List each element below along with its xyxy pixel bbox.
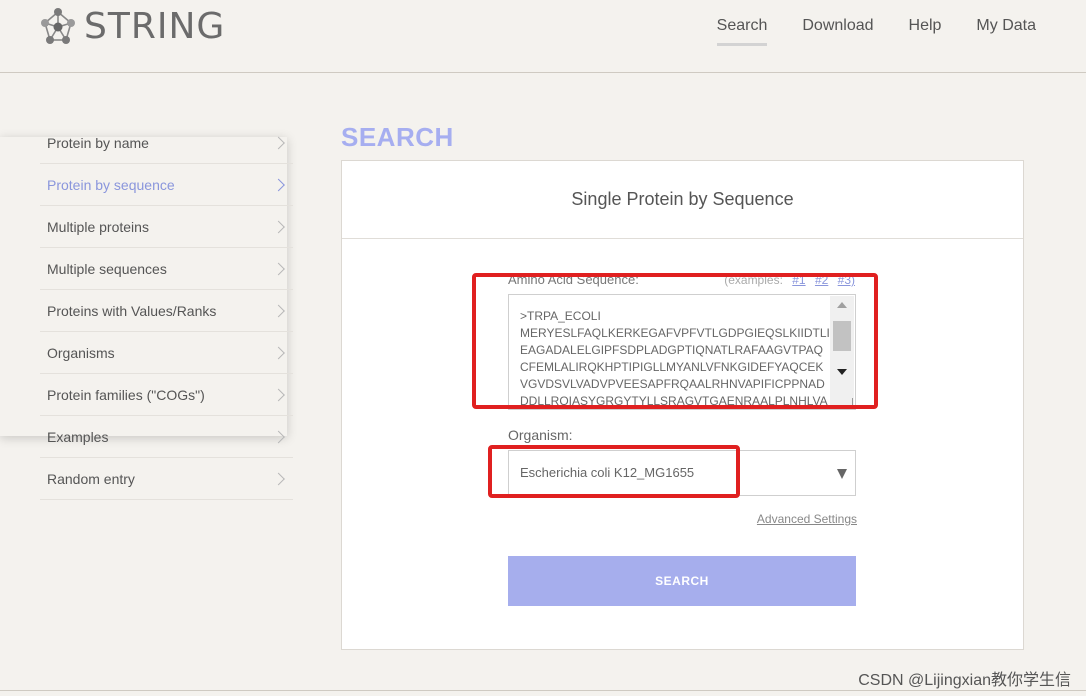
page-title: SEARCH <box>341 122 454 152</box>
search-type-sidebar: Protein by name Protein by sequence Mult… <box>40 122 293 500</box>
sidebar-item-random-entry[interactable]: Random entry <box>40 458 293 500</box>
nav-search[interactable]: Search <box>716 17 768 46</box>
chevron-right-icon <box>272 136 285 149</box>
panel-title: Single Protein by Sequence <box>342 161 1023 239</box>
organism-label: Organism: <box>508 427 573 443</box>
top-header: STRING Search Download Help My Data <box>0 0 1086 73</box>
sidebar-item-organisms[interactable]: Organisms <box>40 332 293 374</box>
sidebar-item-label: Protein by sequence <box>47 176 175 193</box>
nav-help[interactable]: Help <box>909 17 942 46</box>
network-icon <box>41 7 75 44</box>
chevron-right-icon <box>272 220 285 233</box>
highlight-sequence-box <box>472 273 878 409</box>
sidebar-item-label: Examples <box>47 428 109 445</box>
sidebar-item-multiple-proteins[interactable]: Multiple proteins <box>40 206 293 248</box>
sidebar-item-label: Proteins with Values/Ranks <box>47 302 217 319</box>
sidebar-item-protein-by-sequence[interactable]: Protein by sequence <box>40 164 293 206</box>
watermark-text: CSDN @Lijingxian教你学生信 <box>858 672 1071 689</box>
sidebar-item-label: Multiple sequences <box>47 260 167 277</box>
sidebar-item-protein-families[interactable]: Protein families ("COGs") <box>40 374 293 416</box>
sidebar-item-label: Organisms <box>47 344 115 361</box>
caret-down-icon <box>837 469 847 479</box>
sidebar-item-examples[interactable]: Examples <box>40 416 293 458</box>
chevron-right-icon <box>272 178 285 191</box>
chevron-right-icon <box>272 388 285 401</box>
sidebar-item-label: Protein by name <box>47 134 149 151</box>
highlight-organism-box <box>488 445 740 498</box>
main-nav: Search Download Help My Data <box>682 17 1036 46</box>
sidebar-item-protein-by-name[interactable]: Protein by name <box>40 122 293 164</box>
chevron-right-icon <box>272 472 285 485</box>
sidebar-item-label: Protein families ("COGs") <box>47 386 205 403</box>
brand-name: STRING <box>84 6 226 47</box>
chevron-right-icon <box>272 430 285 443</box>
chevron-right-icon <box>272 304 285 317</box>
nav-my-data[interactable]: My Data <box>976 17 1036 46</box>
sidebar-item-multiple-sequences[interactable]: Multiple sequences <box>40 248 293 290</box>
string-logo[interactable]: STRING <box>38 6 225 47</box>
advanced-settings-link[interactable]: Advanced Settings <box>757 512 857 526</box>
search-button[interactable]: SEARCH <box>508 556 856 606</box>
sidebar-item-label: Multiple proteins <box>47 218 149 235</box>
sidebar-item-label: Random entry <box>47 470 135 487</box>
sidebar-item-values-ranks[interactable]: Proteins with Values/Ranks <box>40 290 293 332</box>
bottom-divider <box>0 690 1086 691</box>
nav-download[interactable]: Download <box>802 17 873 46</box>
chevron-right-icon <box>272 262 285 275</box>
chevron-right-icon <box>272 346 285 359</box>
